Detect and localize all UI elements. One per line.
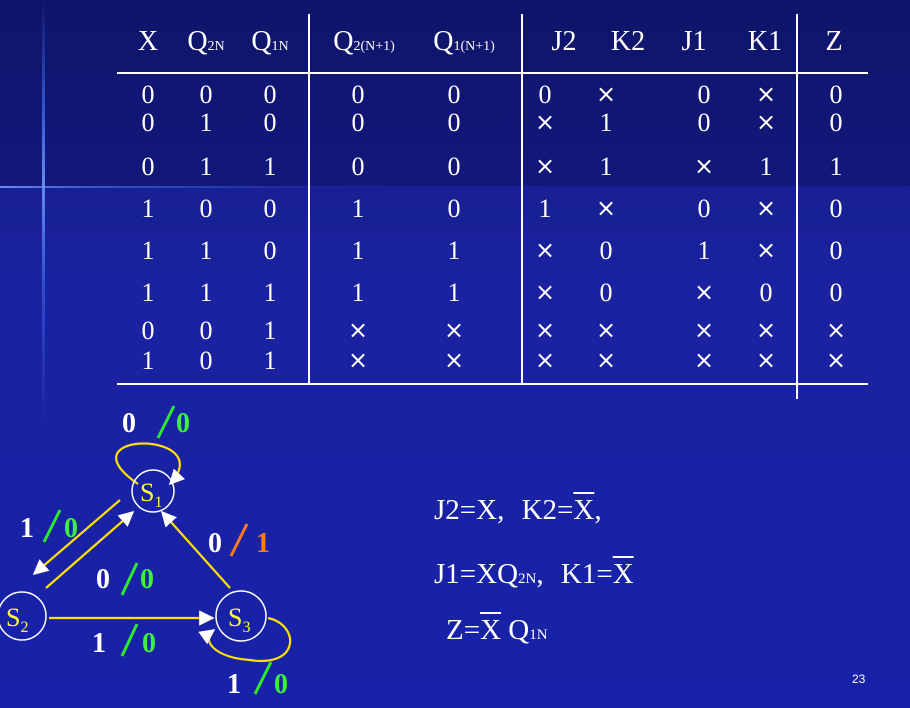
equation-line-1: J2=X, K2=X, — [434, 494, 602, 526]
label-s3-loop-input: 1 — [227, 669, 241, 700]
equation-line-2: J1=XQ2N, K1=X — [434, 558, 634, 590]
label-s1-to-s2-output: 0 — [64, 513, 78, 544]
equation-line-3: Z=X Q1N — [446, 614, 548, 646]
slash-s1-to-s2 — [42, 509, 62, 543]
label-s3-loop-output: 0 — [274, 669, 288, 700]
label-s1-to-s2-input: 1 — [20, 513, 34, 544]
state-s2-label: S2 — [6, 603, 28, 636]
state-s3-label: S3 — [228, 603, 250, 636]
slash-s2-to-s3 — [120, 623, 139, 657]
label-s1-loop-output: 0 — [176, 408, 190, 439]
slash-s1-loop — [156, 405, 176, 439]
label-s1-loop-input: 0 — [122, 408, 136, 439]
label-s2-to-s1-output: 0 — [140, 564, 154, 595]
page-number: 23 — [852, 672, 866, 686]
label-s3-to-s1-input: 0 — [208, 528, 222, 559]
label-s3-to-s1-output: 1 — [256, 528, 270, 559]
label-s2-to-s1-input: 0 — [96, 564, 110, 595]
slash-s2-to-s1 — [120, 562, 139, 596]
slash-s3-to-s1 — [229, 523, 249, 557]
state-diagram: 0 0 1 0 0 0 0 1 1 0 1 0 S1 S2 S3 — [0, 405, 292, 700]
state-s1-label: S1 — [140, 478, 162, 511]
slash-s3-loop — [253, 661, 273, 695]
label-s2-to-s3-input: 1 — [92, 628, 106, 659]
arrow-s2-to-s1 — [45, 510, 135, 589]
label-s2-to-s3-output: 0 — [142, 628, 156, 659]
